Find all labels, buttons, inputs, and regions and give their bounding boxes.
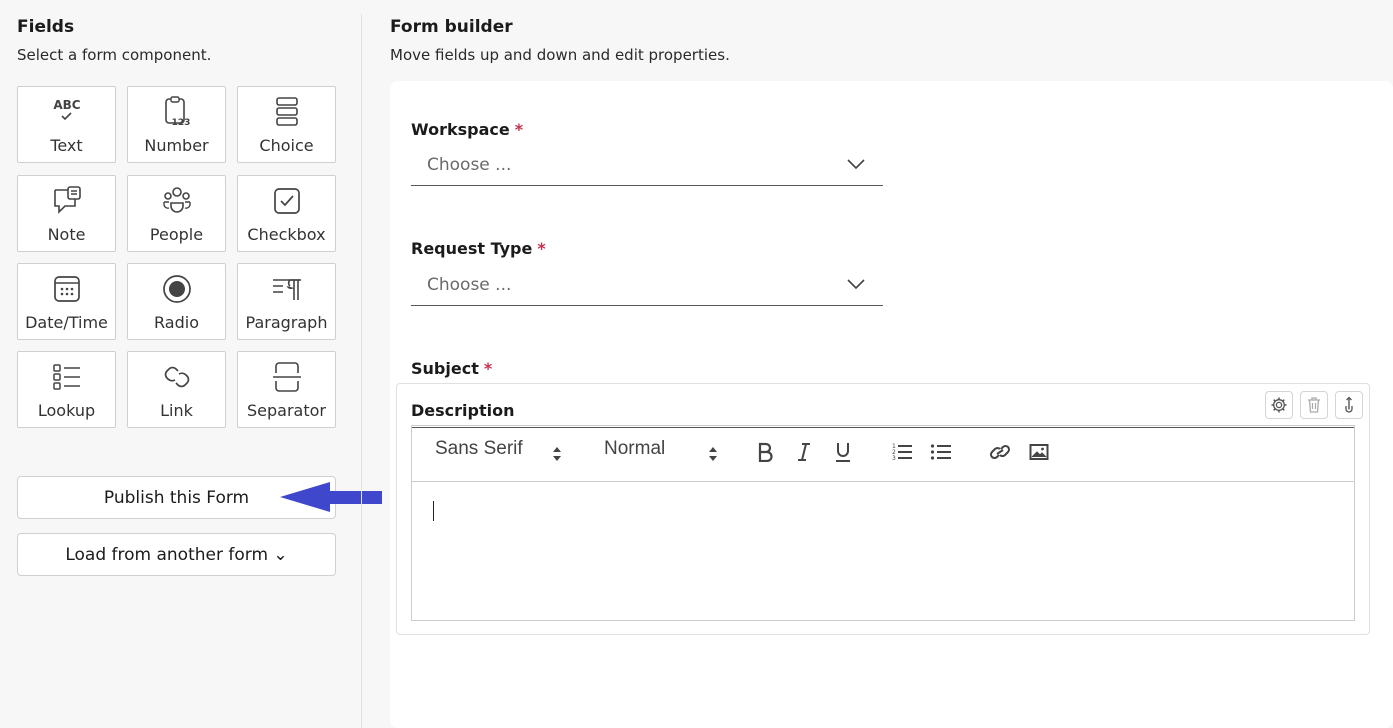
required-marker: * [514,120,524,139]
people-icon [128,184,225,218]
tile-label: Date/Time [25,313,108,332]
ordered-list-button[interactable]: 123 [890,440,914,464]
field-delete-button[interactable] [1300,391,1328,419]
fields-title: Fields [17,17,75,37]
workspace-select-value: Choose ... [427,155,512,175]
bullet-list-button[interactable] [929,440,953,464]
radio-icon [128,272,225,306]
lookup-list-icon [18,360,115,394]
tile-label: Note [47,225,86,244]
font-size-select[interactable]: Normal [604,438,724,468]
field-tile-separator[interactable]: Separator [237,351,336,428]
field-tile-checkbox[interactable]: Checkbox [237,175,336,252]
note-comment-icon [18,184,115,218]
bold-icon [758,442,773,462]
subject-label-text: Subject [411,359,479,378]
updown-arrows-icon [709,447,717,461]
fields-panel: Fields Select a form component. ABC Text… [0,0,361,728]
tile-label: Lookup [37,401,96,420]
tile-label: Radio [154,313,199,332]
field-move-button[interactable] [1335,391,1363,419]
builder-title: Form builder [390,17,513,37]
numbered-list-icon: 123 [892,443,912,462]
font-size-value: Normal [604,438,666,459]
tile-label: Paragraph [245,313,328,332]
field-tile-link[interactable]: Link [127,351,226,428]
text-caret [433,501,434,521]
svg-text:123: 123 [171,118,190,128]
italic-icon [798,443,810,461]
svg-text:ABC: ABC [53,98,80,112]
tile-label: Separator [247,401,326,420]
description-label: Description [411,401,515,420]
font-family-value: Sans Serif [435,438,523,459]
tile-label: Link [160,401,193,420]
workspace-select[interactable]: Choose ... [411,146,883,186]
separator-icon [238,360,335,394]
clipboard-number-icon: 123 [128,95,225,129]
workspace-label-text: Workspace [411,120,510,139]
underline-button[interactable] [831,440,855,464]
italic-button[interactable] [792,440,816,464]
field-tile-paragraph[interactable]: Paragraph [237,263,336,340]
insert-link-button[interactable] [988,440,1012,464]
field-tile-choice[interactable]: Choice [237,86,336,163]
link-icon [128,360,225,394]
required-marker: * [483,359,493,378]
tile-label: People [149,225,204,244]
tile-label: Checkbox [247,225,326,244]
choice-list-icon [238,95,335,129]
bullet-list-icon [930,444,951,460]
form-builder-panel: Form builder Move fields up and down and… [362,0,1393,728]
link-icon [989,444,1011,460]
calendar-icon [18,272,115,306]
field-tile-people[interactable]: People [127,175,226,252]
field-tile-text[interactable]: ABC Text [17,86,116,163]
tile-label: Choice [259,136,314,155]
description-field-container[interactable]: Description Sans Serif Normal 1 2 3 [396,383,1370,635]
field-settings-button[interactable] [1265,391,1293,419]
svg-text:3: 3 [892,455,896,462]
field-tile-note[interactable]: Note [17,175,116,252]
bold-button[interactable] [753,440,777,464]
text-abc-icon: ABC [18,95,115,129]
tile-label: Number [144,136,209,155]
field-tile-number[interactable]: 123 Number [127,86,226,163]
trash-icon [1308,397,1320,413]
checkbox-icon [238,184,335,218]
gear-icon [1271,397,1287,413]
insert-image-button[interactable] [1027,440,1051,464]
field-tile-radio[interactable]: Radio [127,263,226,340]
updown-arrows-icon [553,447,561,461]
subject-label: Subject * [411,359,492,378]
field-tile-lookup[interactable]: Lookup [17,351,116,428]
rich-text-toolbar: Sans Serif Normal 123 [411,425,1355,482]
image-icon [1029,444,1049,460]
paragraph-icon [238,272,335,306]
move-handle-icon [1345,396,1353,413]
underline-icon [836,443,850,462]
request-type-label-text: Request Type [411,239,533,258]
request-type-select[interactable]: Choose ... [411,266,883,306]
workspace-label: Workspace * [411,120,523,139]
chevron-down-icon [847,159,865,170]
request-type-select-value: Choose ... [427,275,512,295]
fields-subtitle: Select a form component. [17,46,212,64]
description-editor[interactable] [411,481,1355,621]
builder-subtitle: Move fields up and down and edit propert… [390,46,730,64]
tile-label: Text [50,136,83,155]
request-type-label: Request Type * [411,239,546,258]
load-from-another-form-button[interactable]: Load from another form ⌄ [17,533,336,576]
chevron-down-icon [847,279,865,290]
field-tile-datetime[interactable]: Date/Time [17,263,116,340]
font-family-select[interactable]: Sans Serif [435,438,565,468]
required-marker: * [537,239,546,258]
